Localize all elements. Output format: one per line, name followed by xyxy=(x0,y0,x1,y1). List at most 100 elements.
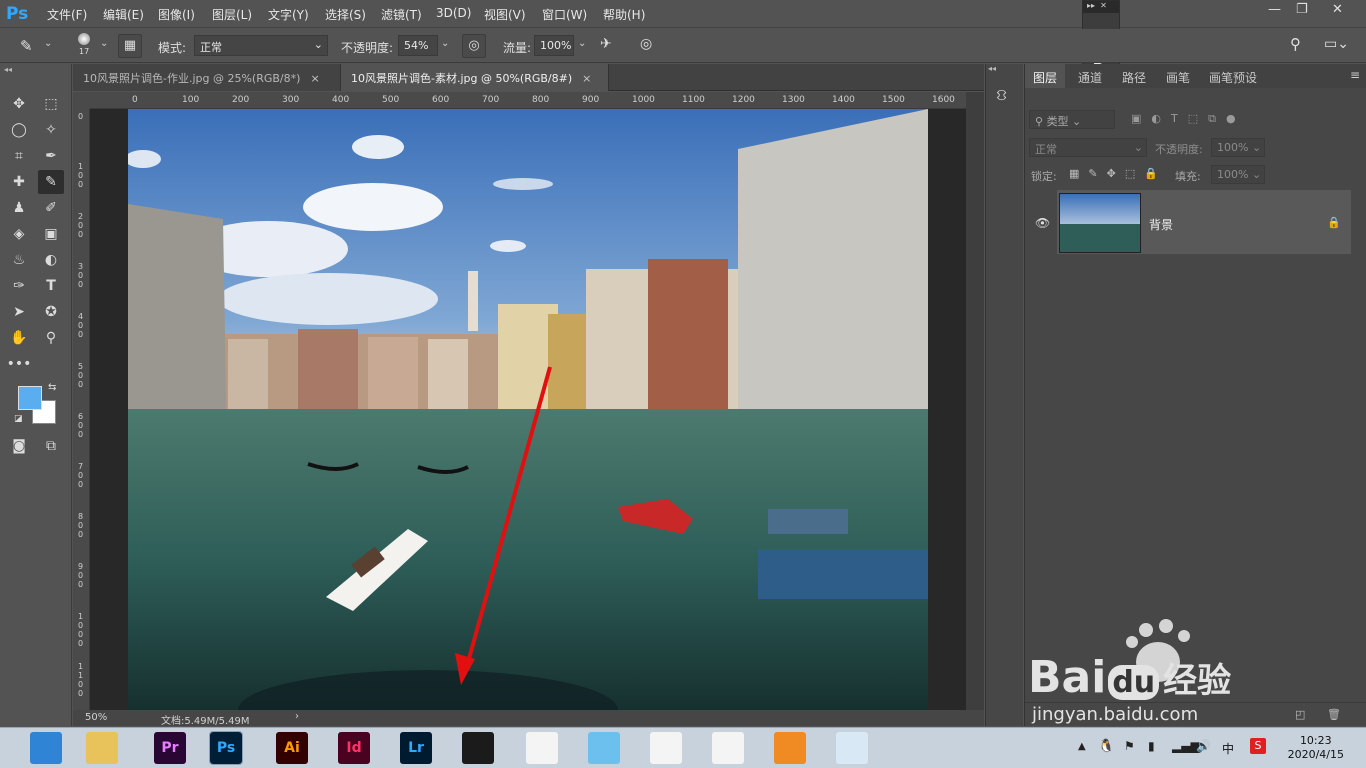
brush-tool-icon[interactable]: ✎ xyxy=(38,170,64,194)
vertical-scrollbar[interactable] xyxy=(966,92,984,710)
tab-document-1[interactable]: 10风景照片调色-作业.jpg @ 25%(RGB/8*) × xyxy=(73,64,341,91)
status-menu-arrow-icon[interactable]: › xyxy=(295,711,299,722)
menu-help[interactable]: 帮助(H) xyxy=(603,6,645,23)
delete-layer-icon[interactable]: 🗑 xyxy=(1327,708,1341,721)
clone-stamp-tool-icon[interactable]: ♟ xyxy=(6,196,32,220)
tab-brush-presets[interactable]: 画笔预设 xyxy=(1201,64,1265,88)
menu-window[interactable]: 窗口(W) xyxy=(542,6,587,23)
tray-sogou-icon[interactable]: S xyxy=(1250,738,1266,754)
brush-panel-toggle-icon[interactable]: ▦ xyxy=(118,34,142,58)
tray-expand-icon[interactable]: ▲ xyxy=(1078,741,1086,752)
tab-layers[interactable]: 图层 xyxy=(1025,64,1066,88)
close-tab-icon[interactable]: × xyxy=(310,72,319,85)
zoom-level[interactable]: 50% xyxy=(85,712,107,723)
menu-filter[interactable]: 滤镜(T) xyxy=(381,6,422,23)
zoom-tool-icon[interactable]: ⚲ xyxy=(38,326,64,350)
filter-type-icons[interactable]: ▣◐T⬚⧉● xyxy=(1131,112,1246,126)
type-tool-icon[interactable]: T xyxy=(38,274,64,298)
dodge-tool-icon[interactable]: ◐ xyxy=(38,248,64,272)
tool-preset-caret-icon[interactable]: ⌄ xyxy=(44,38,52,49)
canvas-area[interactable] xyxy=(90,109,966,710)
close-tab-icon[interactable]: × xyxy=(582,72,591,85)
screen-mode-icon[interactable]: ⧉ xyxy=(38,434,64,458)
opacity-caret-icon[interactable]: ⌄ xyxy=(441,38,449,49)
workspace-icon[interactable]: ▭⌄ xyxy=(1324,36,1349,52)
gradient-tool-icon[interactable]: ▣ xyxy=(38,222,64,246)
mode-select[interactable]: 正常 ⌄ xyxy=(194,35,328,56)
search-icon[interactable]: ⚲ xyxy=(1290,35,1301,53)
document-image[interactable] xyxy=(128,109,928,710)
opacity-input[interactable]: 54% xyxy=(398,35,438,56)
taskbar-app-lightroom[interactable]: Lr xyxy=(400,732,432,764)
tab-paths[interactable]: 路径 xyxy=(1114,64,1154,88)
taskbar-app-umbrella-app[interactable] xyxy=(526,732,558,764)
layer-opacity-input[interactable]: 100% ⌄ xyxy=(1211,138,1265,157)
blend-mode-select[interactable]: 正常 ⌄ xyxy=(1029,138,1147,157)
pressure-size-icon[interactable]: ◎ xyxy=(640,36,652,52)
flow-input[interactable]: 100% xyxy=(534,35,574,56)
quick-mask-icon[interactable]: ◙ xyxy=(6,434,32,458)
toolbar-collapse-icon[interactable]: ◂◂ xyxy=(4,65,12,74)
menu-view[interactable]: 视图(V) xyxy=(484,6,526,23)
pressure-opacity-icon[interactable]: ◎ xyxy=(462,34,486,58)
default-colors-icon[interactable]: ◪ xyxy=(14,414,23,424)
menu-select[interactable]: 选择(S) xyxy=(325,6,366,23)
taskbar-app-browser[interactable] xyxy=(30,732,62,764)
eraser-tool-icon[interactable]: ◈ xyxy=(6,222,32,246)
tab-brush[interactable]: 画笔 xyxy=(1158,64,1198,88)
eyedropper-tool-icon[interactable]: ✒ xyxy=(38,144,64,168)
blur-tool-icon[interactable]: ♨ xyxy=(6,248,32,272)
history-brush-tool-icon[interactable]: ✐ xyxy=(38,196,64,220)
crop-tool-icon[interactable]: ⌗ xyxy=(6,144,32,168)
hand-tool-icon[interactable]: ✋ xyxy=(6,326,32,350)
panel-menu-icon[interactable]: ≡ xyxy=(1350,68,1360,82)
minimize-icon[interactable]: — xyxy=(1268,2,1281,17)
close-icon[interactable]: ✕ xyxy=(1332,2,1343,17)
taskbar-app-fox-app[interactable] xyxy=(774,732,806,764)
tray-flag-icon[interactable]: ⚑ xyxy=(1124,739,1135,753)
menu-edit[interactable]: 编辑(E) xyxy=(103,6,144,23)
move-tool-icon[interactable]: ✥ xyxy=(6,92,32,116)
taskbar-app-qq[interactable] xyxy=(650,732,682,764)
taskbar-app-cat-app[interactable] xyxy=(588,732,620,764)
dock-expand-icon[interactable]: ◂◂ xyxy=(988,64,996,73)
clock[interactable]: 10:23 2020/4/15 xyxy=(1288,734,1344,762)
menu-layer[interactable]: 图层(L) xyxy=(212,6,252,23)
flow-caret-icon[interactable]: ⌄ xyxy=(578,38,586,49)
menu-3d[interactable]: 3D(D) xyxy=(436,6,471,20)
pen-tool-icon[interactable]: ✑ xyxy=(6,274,32,298)
panel-collapse-icon[interactable]: ▸▸ ✕ xyxy=(1083,1,1119,13)
tray-volume-icon[interactable]: 🔊 xyxy=(1196,739,1211,753)
menu-type[interactable]: 文字(Y) xyxy=(268,6,309,23)
healing-brush-tool-icon[interactable]: ✚ xyxy=(6,170,32,194)
quick-select-tool-icon[interactable]: ✧ xyxy=(38,118,64,142)
taskbar-app-notebook-app[interactable] xyxy=(836,732,868,764)
layer-name[interactable]: 背景 xyxy=(1149,216,1173,233)
tray-ime-label[interactable]: 中 xyxy=(1222,740,1234,757)
menu-image[interactable]: 图像(I) xyxy=(158,6,195,23)
taskbar-app-premiere[interactable]: Pr xyxy=(154,732,186,764)
taskbar-app-illustrator[interactable]: Ai xyxy=(276,732,308,764)
tray-power-icon[interactable]: ▮ xyxy=(1148,739,1155,753)
more-tools-icon[interactable]: ••• xyxy=(6,352,32,376)
taskbar-app-chrome[interactable] xyxy=(712,732,744,764)
lasso-tool-icon[interactable]: ◯ xyxy=(6,118,32,142)
tray-qq-icon[interactable]: 🐧 xyxy=(1098,739,1114,754)
clone-source-icon[interactable]: ⛻ xyxy=(996,86,1007,106)
taskbar-app-explorer[interactable] xyxy=(86,732,118,764)
tab-channels[interactable]: 通道 xyxy=(1070,64,1110,88)
menu-file[interactable]: 文件(F) xyxy=(47,6,87,23)
fill-input[interactable]: 100% ⌄ xyxy=(1211,165,1265,184)
taskbar-app-video-editor[interactable] xyxy=(462,732,494,764)
tab-document-2[interactable]: 10风景照片调色-素材.jpg @ 50%(RGB/8#) × xyxy=(341,64,609,91)
swap-colors-icon[interactable]: ⇆ xyxy=(48,382,56,393)
new-layer-icon[interactable]: ◰ xyxy=(1295,708,1305,721)
brush-preview-icon[interactable] xyxy=(78,33,90,45)
eye-visibility-icon[interactable]: 👁 xyxy=(1035,216,1050,230)
brush-picker-caret-icon[interactable]: ⌄ xyxy=(100,38,108,49)
taskbar-app-photoshop[interactable]: Ps xyxy=(209,731,243,765)
airbrush-icon[interactable]: ✈ xyxy=(600,36,612,52)
brush-tool-icon[interactable]: ✎ xyxy=(20,37,33,55)
lock-options-icons[interactable]: ▦✎✥⬚🔒 xyxy=(1069,167,1167,180)
marquee-tool-icon[interactable]: ⬚ xyxy=(38,92,64,116)
